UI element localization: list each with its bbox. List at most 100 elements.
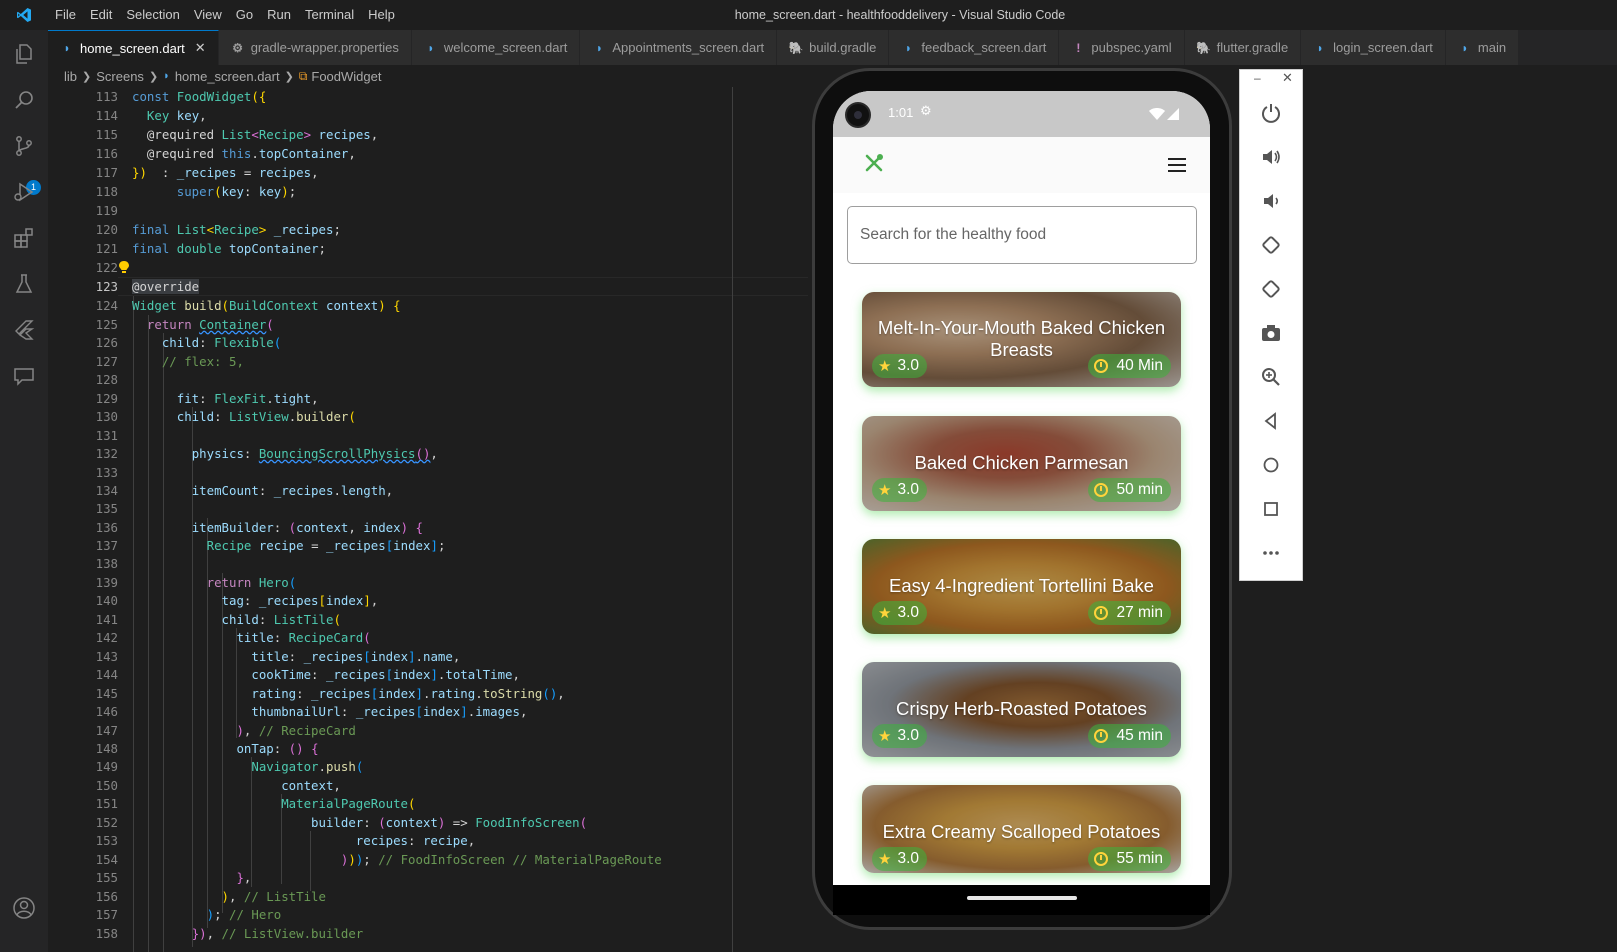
- line-number: 113: [95, 89, 118, 104]
- tab-label: main: [1477, 40, 1507, 55]
- line-number: 126: [95, 335, 118, 350]
- activity-bar: 1: [0, 30, 48, 952]
- code-line: MaterialPageRoute(: [281, 796, 416, 811]
- recipe-card[interactable]: Extra Creamy Scalloped Potatoes ★ 3.0 55 …: [862, 785, 1181, 873]
- overview-icon[interactable]: [1258, 496, 1284, 522]
- power-icon[interactable]: [1258, 100, 1284, 126]
- menu-help[interactable]: Help: [361, 0, 402, 30]
- tab-pubspec-yaml[interactable]: ! pubspec.yaml: [1059, 30, 1185, 65]
- code-area[interactable]: const FoodWidget({ Key key, @required Li…: [132, 87, 808, 952]
- code-line: super(key: key);: [176, 184, 297, 199]
- code-line: rating: _recipes[index].rating.toString(…: [251, 686, 565, 701]
- rotate-right-icon[interactable]: [1258, 276, 1284, 302]
- line-number: 155: [95, 870, 118, 885]
- time-badge: 27 min: [1088, 601, 1171, 625]
- line-number: 129: [95, 391, 118, 406]
- menu-view[interactable]: View: [187, 0, 229, 30]
- line-number: 152: [95, 815, 118, 830]
- time-badge: 40 Min: [1088, 354, 1171, 378]
- emulator-screen[interactable]: 1:01 ⚙ Search for the healthy food Melt-…: [833, 91, 1210, 885]
- breadcrumb-item[interactable]: Screens: [96, 69, 144, 84]
- extensions-icon[interactable]: [12, 226, 36, 250]
- tab-welcome-screen-dart[interactable]: ◗ welcome_screen.dart: [411, 30, 581, 65]
- line-number: 140: [95, 593, 118, 608]
- lightbulb-icon[interactable]: [118, 259, 130, 273]
- breadcrumb-item[interactable]: FoodWidget: [311, 69, 381, 84]
- line-number: 149: [95, 759, 118, 774]
- code-line: ); // Hero: [206, 907, 282, 922]
- recipe-card[interactable]: Easy 4-Ingredient Tortellini Bake ★ 3.0 2…: [862, 539, 1181, 634]
- class-icon: ⧉: [298, 68, 308, 83]
- menu-go[interactable]: Go: [229, 0, 260, 30]
- line-number-gutter: 113 114 115 116 117 118 119 120 121 122 123 124 125 1…: [48, 87, 118, 952]
- tab-gradle-wrapper-properties[interactable]: ⚙ gradle-wrapper.properties: [218, 30, 412, 65]
- close-button[interactable]: ✕: [1282, 70, 1293, 86]
- recipe-card[interactable]: Baked Chicken Parmesan ★ 3.0 50 min: [862, 416, 1181, 511]
- volume-up-icon[interactable]: [1258, 144, 1284, 170]
- breadcrumb-item[interactable]: home_screen.dart: [175, 69, 280, 84]
- line-number: 131: [95, 428, 118, 443]
- tab-home-screen-dart[interactable]: ◗ home_screen.dart ✕: [48, 30, 219, 65]
- rating-badge: ★ 3.0: [872, 354, 928, 378]
- line-number: 137: [95, 538, 118, 553]
- cook-time: 27 min: [1116, 604, 1163, 621]
- breadcrumb-item[interactable]: lib: [64, 69, 77, 84]
- tab-appointments-screen-dart[interactable]: ◗ Appointments_screen.dart: [580, 30, 778, 65]
- tab-build-gradle[interactable]: 🐘 build.gradle: [777, 30, 890, 65]
- minimize-button[interactable]: –: [1254, 71, 1261, 85]
- explorer-icon[interactable]: [12, 42, 36, 66]
- more-icon[interactable]: [1258, 540, 1284, 566]
- star-icon: ★: [878, 358, 892, 375]
- status-time: 1:01: [888, 105, 914, 120]
- tab-main[interactable]: ◗ main: [1445, 30, 1520, 65]
- cook-time: 50 min: [1116, 481, 1163, 498]
- home-indicator[interactable]: [967, 896, 1077, 900]
- tab-feedback-screen-dart[interactable]: ◗ feedback_screen.dart: [889, 30, 1060, 65]
- code-line: Navigator.push(: [251, 759, 364, 774]
- rating-value: 3.0: [897, 357, 920, 374]
- code-line: return Hero(: [206, 575, 297, 590]
- volume-down-icon[interactable]: [1258, 188, 1284, 214]
- search-icon[interactable]: [12, 88, 36, 112]
- home-icon[interactable]: [1258, 452, 1284, 478]
- close-icon[interactable]: ✕: [195, 40, 206, 56]
- search-input[interactable]: Search for the healthy food: [847, 206, 1197, 264]
- line-number: 139: [95, 575, 118, 590]
- clock-icon: [1094, 483, 1109, 497]
- menu-terminal[interactable]: Terminal: [298, 0, 361, 30]
- tab-flutter-gradle[interactable]: 🐘 flutter.gradle: [1184, 30, 1302, 65]
- dart-icon: ◗: [1461, 40, 1469, 55]
- code-editor[interactable]: 113 114 115 116 117 118 119 120 121 122 123 124 125 1…: [48, 87, 808, 952]
- hamburger-menu-icon[interactable]: [1168, 157, 1186, 176]
- code-line: fit: FlexFit.tight,: [176, 391, 319, 406]
- menu-run[interactable]: Run: [260, 0, 298, 30]
- zoom-icon[interactable]: [1258, 364, 1284, 390]
- menu-edit[interactable]: Edit: [83, 0, 119, 30]
- line-number: 128: [95, 372, 118, 387]
- tab-login-screen-dart[interactable]: ◗ login_screen.dart: [1301, 30, 1446, 65]
- source-control-icon[interactable]: [12, 134, 36, 158]
- rating-badge: ★ 3.0: [872, 478, 928, 502]
- recipe-card[interactable]: Melt-In-Your-Mouth Baked Chicken Breasts…: [862, 292, 1181, 387]
- tab-label: build.gradle: [809, 40, 877, 55]
- gradle-icon: 🐘: [1196, 40, 1212, 55]
- clock-icon: [1094, 852, 1109, 866]
- camera-icon[interactable]: [1258, 320, 1284, 346]
- code-line: ))); // FoodInfoScreen // MaterialPageRo…: [340, 852, 662, 867]
- recipe-card[interactable]: Crispy Herb-Roasted Potatoes ★ 3.0 45 min: [862, 662, 1181, 757]
- gear-icon: ⚙: [232, 40, 244, 55]
- back-icon[interactable]: [1258, 408, 1284, 434]
- flutter-icon[interactable]: [12, 318, 36, 342]
- testing-icon[interactable]: [12, 272, 36, 296]
- line-number: 136: [95, 520, 118, 535]
- menu-file[interactable]: File: [48, 0, 83, 30]
- comments-icon[interactable]: [12, 364, 36, 388]
- code-line: // flex: 5,: [161, 354, 244, 369]
- line-number: 138: [95, 556, 118, 571]
- line-number: 117: [95, 165, 118, 180]
- line-number: 120: [95, 222, 118, 237]
- rotate-left-icon[interactable]: [1258, 232, 1284, 258]
- account-icon[interactable]: [12, 896, 36, 920]
- menu-selection[interactable]: Selection: [119, 0, 186, 30]
- run-debug-icon[interactable]: [12, 180, 36, 204]
